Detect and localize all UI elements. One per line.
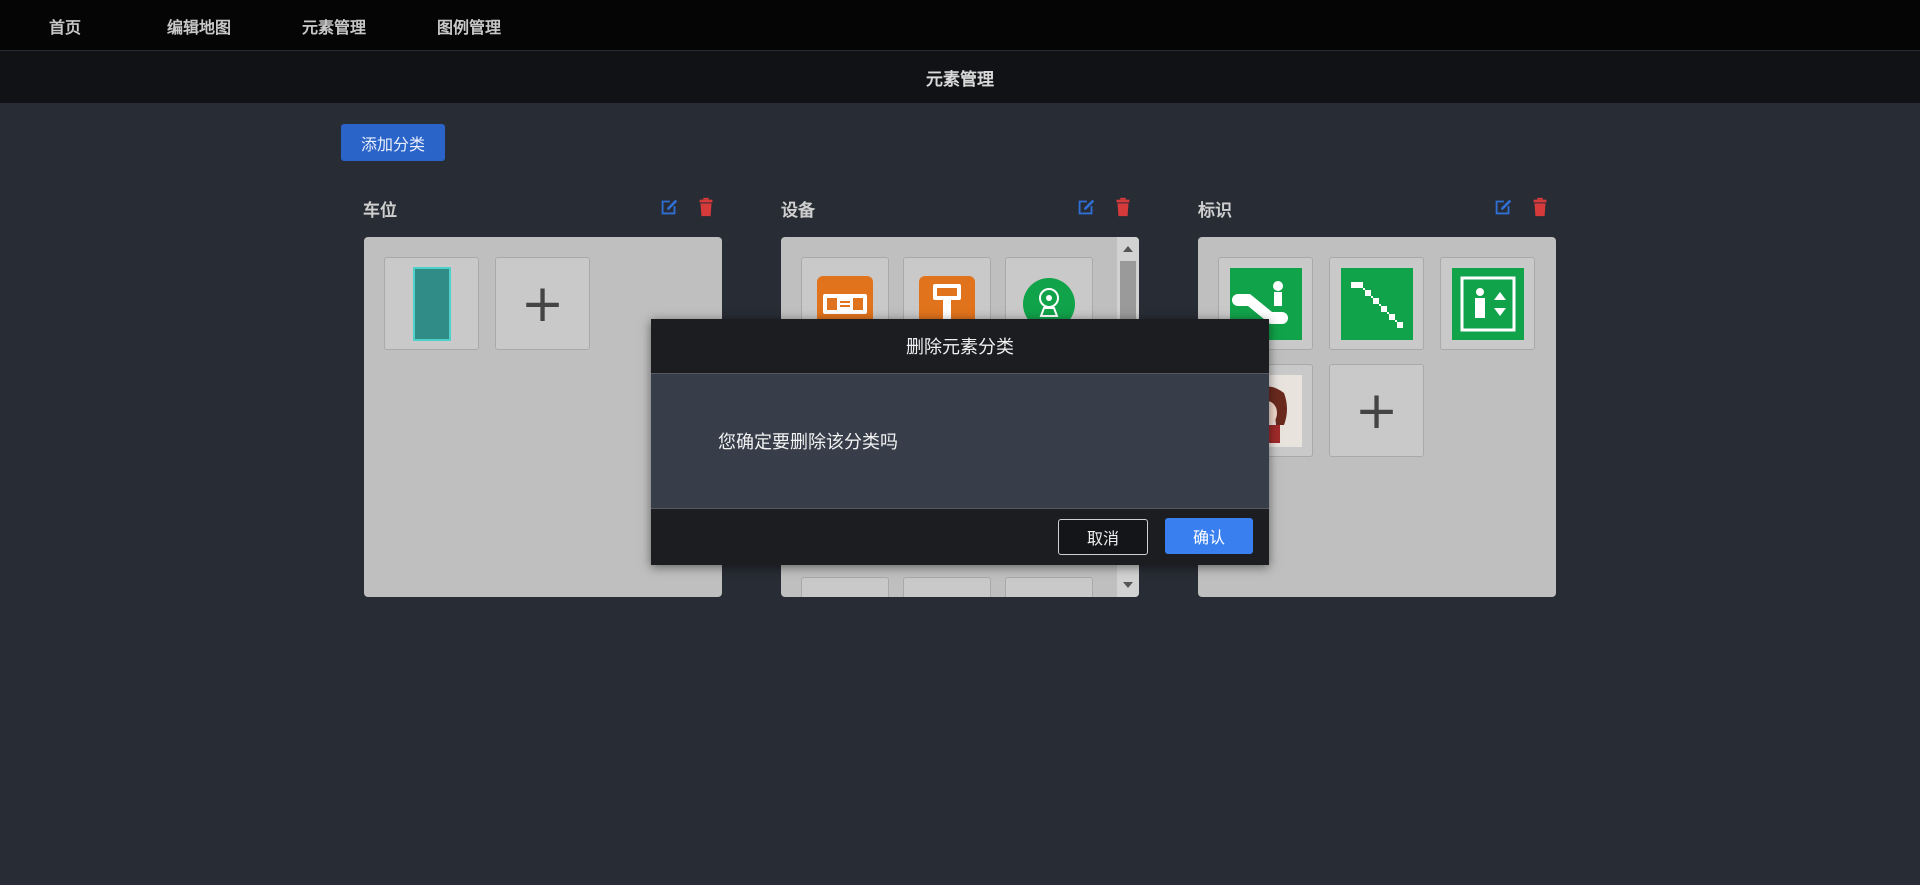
edit-icon[interactable] <box>1492 196 1514 218</box>
nav-item-legend-management[interactable]: 图例管理 <box>437 14 501 38</box>
dialog-body: 您确定要删除该分类吗 <box>651 374 1269 509</box>
scroll-down-icon[interactable] <box>1117 577 1139 593</box>
top-nav: 首页 编辑地图 元素管理 图例管理 <box>0 0 1920 50</box>
trash-icon[interactable] <box>1529 196 1551 218</box>
category-title-parking: 车位 <box>363 201 397 221</box>
add-element-tile[interactable]: + <box>1329 364 1424 457</box>
delete-category-dialog: 删除元素分类 您确定要删除该分类吗 取消 确认 <box>651 319 1269 565</box>
plus-icon: + <box>1354 380 1399 441</box>
plus-icon: + <box>520 273 565 334</box>
confirm-button[interactable]: 确认 <box>1165 518 1253 554</box>
trash-icon[interactable] <box>695 196 717 218</box>
edit-icon[interactable] <box>1075 196 1097 218</box>
stairs-icon <box>1340 267 1413 340</box>
trash-icon[interactable] <box>1112 196 1134 218</box>
element-tile-partial[interactable] <box>801 577 889 597</box>
category-title-sign: 标识 <box>1198 201 1232 221</box>
dialog-footer: 取消 确认 <box>651 509 1269 564</box>
scroll-up-icon[interactable] <box>1117 241 1139 257</box>
page-title: 元素管理 <box>0 51 1920 103</box>
scrollbar-thumb[interactable] <box>1120 261 1136 321</box>
dialog-title: 删除元素分类 <box>651 319 1269 374</box>
nav-item-element-management[interactable]: 元素管理 <box>302 14 366 38</box>
element-tile-elevator[interactable] <box>1440 257 1535 350</box>
add-category-button[interactable]: 添加分类 <box>341 124 445 161</box>
cancel-button[interactable]: 取消 <box>1058 519 1148 555</box>
dialog-message: 您确定要删除该分类吗 <box>718 432 898 453</box>
element-tile-stairs[interactable] <box>1329 257 1424 350</box>
elevator-icon <box>1451 267 1524 340</box>
element-tile-parking-space[interactable] <box>384 257 479 350</box>
edit-icon[interactable] <box>658 196 680 218</box>
nav-item-home[interactable]: 首页 <box>49 14 81 38</box>
element-tile-partial[interactable] <box>1005 577 1093 597</box>
nav-item-edit-map[interactable]: 编辑地图 <box>167 14 231 38</box>
category-title-device: 设备 <box>781 201 815 221</box>
add-element-tile[interactable]: + <box>495 257 590 350</box>
element-tile-partial[interactable] <box>903 577 991 597</box>
parking-space-icon <box>412 266 451 341</box>
